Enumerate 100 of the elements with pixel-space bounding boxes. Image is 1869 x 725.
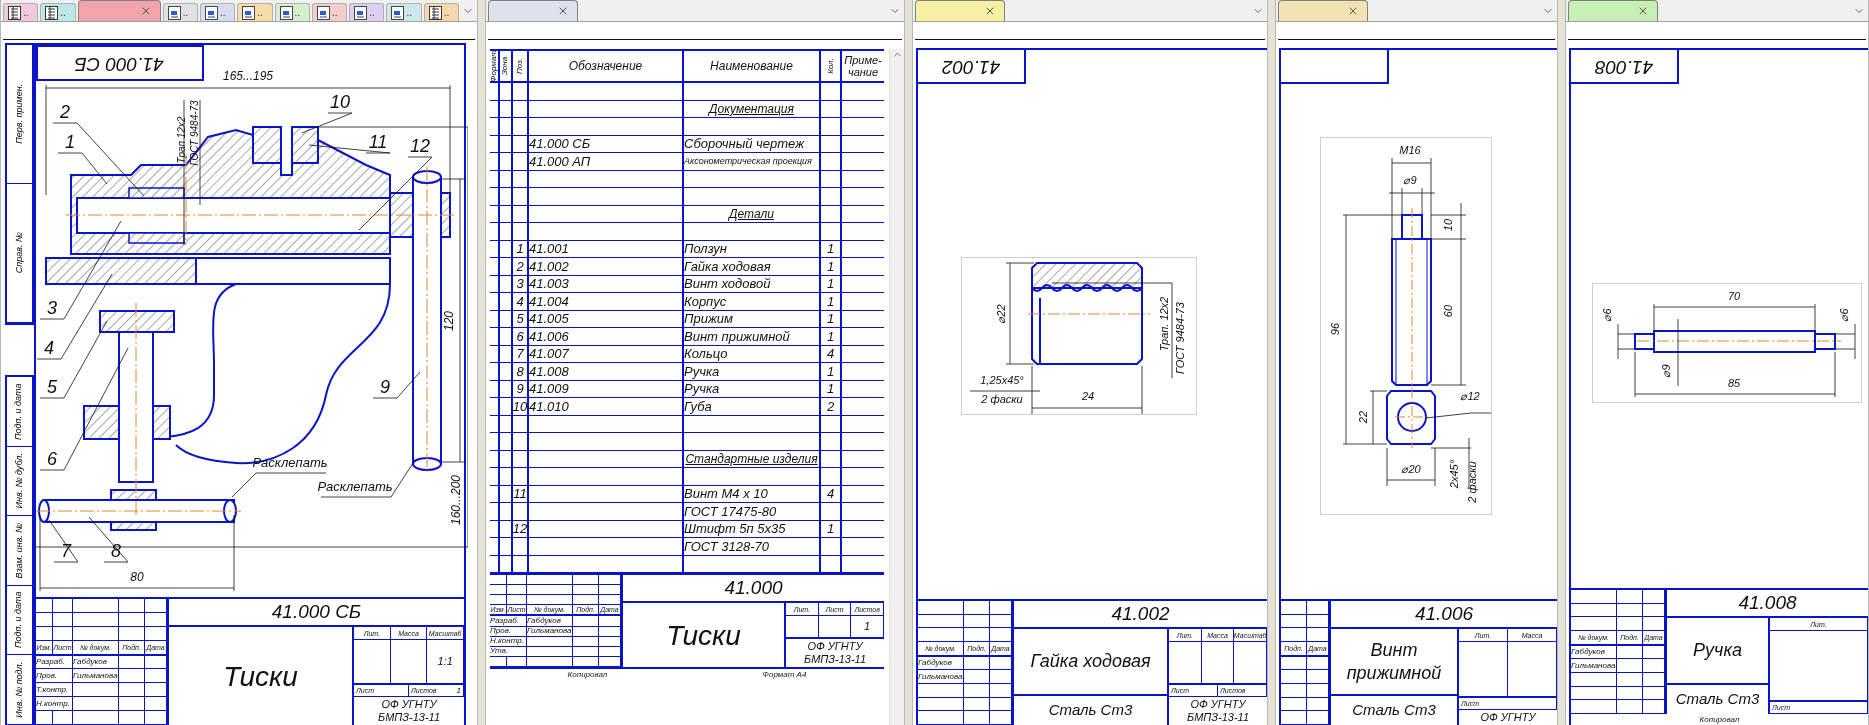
callout-number: 3 bbox=[47, 297, 57, 318]
document-tab[interactable] bbox=[915, 0, 1005, 21]
table-cell: Винт ходовой bbox=[684, 277, 771, 291]
document-tab[interactable] bbox=[1568, 0, 1658, 21]
document-tab[interactable]: .. bbox=[200, 3, 236, 21]
side-label: Подп. и дата bbox=[12, 383, 25, 440]
document-tab[interactable]: .. bbox=[423, 3, 459, 21]
dimension-label: ⌀6 bbox=[1600, 308, 1613, 322]
material-label: Сталь Ст3 bbox=[1352, 700, 1436, 721]
dimension-label: 165...195 bbox=[223, 69, 273, 84]
organization-label: БМПЗ-13-11 bbox=[1187, 711, 1249, 724]
field-value: 1 bbox=[456, 686, 461, 695]
dimension-label: ГОСТ 9484-73 bbox=[1173, 302, 1186, 374]
table-cell: 11 bbox=[513, 487, 527, 501]
document-code: 41.006 bbox=[1414, 601, 1474, 626]
table-cell: 41.005 bbox=[529, 312, 569, 326]
table-cell: 41.010 bbox=[529, 399, 569, 413]
dimension-label: 10 bbox=[1441, 218, 1454, 232]
role-label: Т.контр. bbox=[36, 685, 69, 694]
table-cell: 5 bbox=[516, 312, 524, 326]
table-cell: 4 bbox=[826, 347, 835, 361]
document-tab[interactable]: .. bbox=[3, 3, 39, 21]
document-tab[interactable]: .. bbox=[274, 3, 310, 21]
document-tab[interactable]: .. bbox=[237, 3, 273, 21]
signer-name: Гильманова bbox=[73, 671, 118, 680]
thread-note: ГОСТ 9484-73 bbox=[188, 100, 200, 166]
dimension-label: 2х45° bbox=[1447, 459, 1460, 489]
role-label: Пров. bbox=[36, 671, 58, 680]
signer-name: Габдуков bbox=[73, 658, 107, 666]
drawing-code: 41.002 bbox=[941, 55, 1001, 80]
side-label: Взам. инв. № bbox=[12, 522, 25, 579]
table-cell: 1 bbox=[826, 294, 835, 308]
table-cell: Ручка bbox=[684, 382, 720, 396]
organization-label: ОФ УГНТУ bbox=[1190, 698, 1246, 711]
document-tab[interactable] bbox=[1278, 0, 1368, 21]
dimension-label: М16 bbox=[1399, 143, 1421, 156]
document-tab[interactable] bbox=[77, 0, 161, 21]
table-cell: 1 bbox=[826, 329, 835, 343]
dimension-label: ⌀20 bbox=[1401, 462, 1421, 475]
organization-label: ОФ УГНТУ bbox=[1480, 711, 1536, 724]
document-tab[interactable]: .. bbox=[311, 3, 348, 21]
table-cell: 41.000 СБ bbox=[529, 137, 591, 151]
field-value: 1 bbox=[864, 619, 871, 635]
dimension-label: Трап. 12х2 bbox=[1157, 296, 1170, 352]
field-value: 1:1 bbox=[437, 654, 453, 670]
close-icon[interactable] bbox=[1637, 5, 1649, 17]
callout-number: 9 bbox=[380, 376, 390, 397]
organization-label: БМПЗ-13-11 bbox=[378, 711, 440, 724]
table-cell: 4 bbox=[516, 294, 524, 308]
table-document-icon bbox=[45, 5, 59, 20]
table-cell: 10 bbox=[512, 399, 528, 413]
dimension-label: 160...200 bbox=[449, 475, 464, 525]
table-cell: 12 bbox=[512, 522, 528, 536]
callout-number: 1 bbox=[65, 131, 75, 152]
side-label: Инв. № дубл. bbox=[12, 453, 25, 509]
document-code: 41.008 bbox=[1738, 590, 1797, 615]
column-header: Наименование bbox=[710, 58, 793, 75]
material-label: Сталь Ст3 bbox=[1048, 700, 1133, 721]
vertical-scrollbar[interactable] bbox=[889, 49, 904, 725]
column-header: Зона bbox=[501, 56, 510, 76]
document-tab[interactable]: .. bbox=[40, 3, 76, 21]
document-tab[interactable] bbox=[488, 0, 578, 21]
table-cell: Корпус bbox=[684, 294, 727, 308]
close-icon[interactable] bbox=[557, 5, 569, 17]
table-cell: 9 bbox=[516, 382, 524, 396]
table-cell: Прижим bbox=[684, 312, 733, 326]
table-cell: Гайка ходовая bbox=[684, 259, 771, 273]
signer-name: Гильманова bbox=[527, 627, 572, 636]
table-cell: 2 bbox=[516, 259, 524, 273]
document-code: 41.000 СБ bbox=[271, 599, 362, 624]
role-label: Пров. bbox=[490, 627, 512, 636]
table-cell: Губа bbox=[684, 399, 712, 413]
table-cell: 1 bbox=[516, 242, 524, 256]
close-icon[interactable] bbox=[1347, 5, 1359, 17]
role-label: Разраб. bbox=[36, 658, 65, 666]
table-cell: 1 bbox=[826, 364, 835, 378]
table-cell: 1 bbox=[826, 242, 835, 256]
callout-number: 10 bbox=[330, 91, 350, 112]
table-cell: ГОСТ 17475-80 bbox=[684, 504, 777, 518]
document-title: Винт прижимной bbox=[1345, 639, 1443, 685]
note-text: Расклепать bbox=[317, 479, 393, 495]
document-tab[interactable]: .. bbox=[162, 3, 199, 21]
dimension-label: 24 bbox=[1081, 389, 1095, 402]
table-cell: 1 bbox=[826, 382, 835, 396]
document-tab[interactable]: .. bbox=[349, 3, 385, 21]
footer-label: Формат А4 bbox=[762, 670, 807, 679]
table-document-icon bbox=[8, 5, 21, 20]
document-title: Тиски bbox=[223, 659, 298, 694]
column-header: Кол. bbox=[826, 58, 835, 74]
close-icon[interactable] bbox=[984, 5, 996, 17]
table-cell: 41.009 bbox=[529, 382, 569, 396]
document-title: Тиски bbox=[666, 618, 741, 653]
table-cell: Аксонометрическая проекция bbox=[684, 156, 812, 166]
table-cell: 1 bbox=[826, 312, 835, 326]
signer-name: Гильманова bbox=[1571, 661, 1616, 670]
dimension-label: 96 bbox=[1328, 322, 1341, 336]
table-cell: 41.007 bbox=[529, 347, 569, 361]
table-cell: 41.001 bbox=[529, 242, 569, 256]
table-cell: 6 bbox=[516, 329, 524, 343]
document-tab[interactable]: .. bbox=[386, 3, 422, 21]
